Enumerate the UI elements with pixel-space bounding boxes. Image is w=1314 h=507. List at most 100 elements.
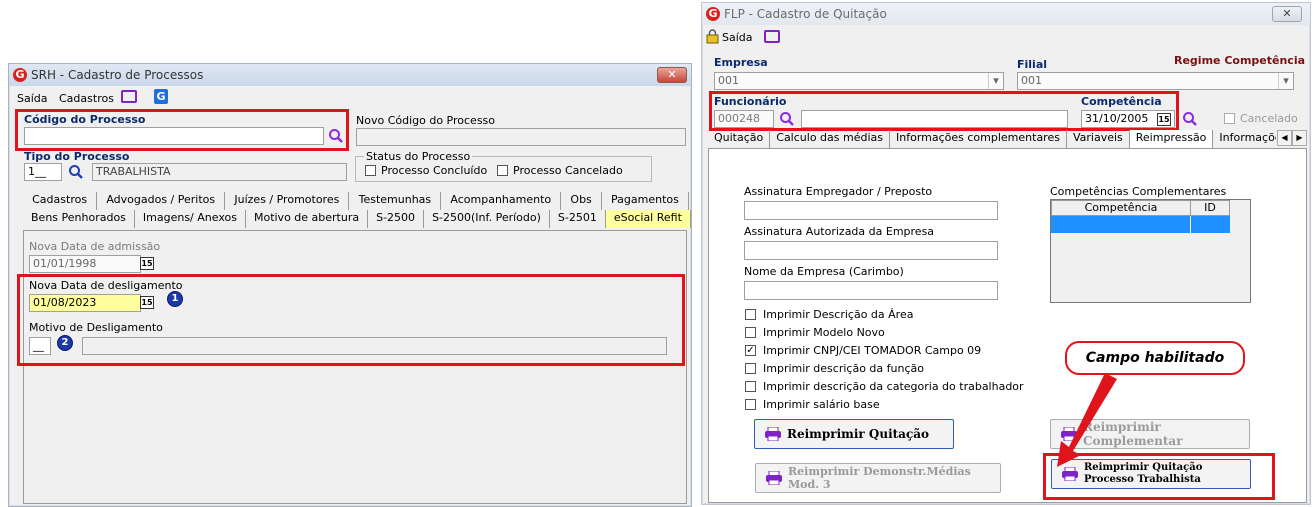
- competencias-label: Competências Complementares: [1050, 185, 1227, 198]
- menu-saida[interactable]: Saída: [17, 92, 48, 105]
- cancelado-label: Cancelado: [1240, 112, 1298, 125]
- calendar-icon: 15: [140, 257, 154, 270]
- nome-empresa-label: Nome da Empresa (Carimbo): [744, 265, 904, 278]
- printer-icon: [766, 471, 782, 485]
- tab-cadastros[interactable]: Cadastros: [23, 192, 98, 210]
- tab-informa-es-adicionais[interactable]: Informações adicionais: [1213, 130, 1276, 148]
- g-app-icon[interactable]: G: [154, 89, 168, 104]
- search-icon[interactable]: [68, 164, 84, 180]
- tab-motivo-de-abertura[interactable]: Motivo de abertura: [246, 210, 369, 228]
- tipo-processo-code[interactable]: 1__: [24, 163, 62, 181]
- grid-selected-row[interactable]: [1051, 216, 1191, 233]
- tabs-scroll-right[interactable]: ▶: [1292, 130, 1307, 146]
- tipo-processo-desc: TRABALHISTA: [92, 163, 347, 181]
- highlight-funcionario-competencia: [709, 91, 1179, 131]
- tab-ju-zes-promotores[interactable]: Juízes / Promotores: [225, 192, 350, 210]
- grid-selected-row-id[interactable]: [1190, 216, 1230, 233]
- assinatura-empregador-input[interactable]: [744, 201, 998, 220]
- print-option-checkbox[interactable]: [745, 363, 756, 374]
- monitor-icon[interactable]: [121, 90, 137, 103]
- status-concluido-checkbox[interactable]: [365, 165, 376, 176]
- reimprimir-quitacao-button[interactable]: Reimprimir Quitação: [754, 419, 954, 449]
- print-option-checkbox[interactable]: [745, 381, 756, 392]
- print-option-label: Imprimir salário base: [763, 398, 880, 411]
- srh-tab-panel: Nova Data de admissão 01/01/1998 15 Nova…: [23, 230, 687, 504]
- filial-label: Filial: [1017, 58, 1048, 71]
- srh-tabs-row1: Cadastros Advogados / Peritos Juízes / Pro…: [23, 192, 690, 210]
- flp-window-title: FLP - Cadastro de Quitação: [724, 7, 887, 21]
- tab-reimpress-o[interactable]: Reimpressão: [1129, 130, 1214, 148]
- tab-advogados-peritos[interactable]: Advogados / Peritos: [97, 192, 226, 210]
- status-concluido-label: Processo Concluído: [381, 164, 488, 177]
- filial-select[interactable]: 001: [1017, 72, 1294, 90]
- assinatura-autorizada-input[interactable]: [744, 241, 998, 260]
- highlight-codigo-processo: [15, 109, 349, 151]
- print-option-label: Imprimir Modelo Novo: [763, 326, 885, 339]
- flp-tabs: Quitação Calculo das médias Informações co…: [708, 130, 1276, 148]
- print-option-checkbox[interactable]: [745, 399, 756, 410]
- flp-close-button[interactable]: ✕: [1272, 6, 1302, 22]
- print-option-label: Imprimir descrição da categoria do traba…: [763, 380, 1024, 393]
- assinatura-empregador-label: Assinatura Empregador / Preposto: [744, 185, 933, 198]
- srh-window: G SRH - Cadastro de Processos ✕ Saída Ca…: [8, 63, 692, 507]
- print-option-label: Imprimir CNPJ/CEI TOMADOR Campo 09: [763, 344, 982, 357]
- reimprimir-demonstr-button[interactable]: Reimprimir Demonstr.Médias Mod. 3: [755, 463, 1001, 493]
- print-option-label: Imprimir descrição da função: [763, 362, 924, 375]
- tab-bens-penhorados[interactable]: Bens Penhorados: [23, 210, 135, 228]
- print-option-label: Imprimir Descrição da Área: [763, 308, 914, 321]
- tab-informa-es-complementares[interactable]: Informações complementares: [890, 130, 1067, 148]
- tab-esocial-refit[interactable]: eSocial Refit: [605, 210, 691, 228]
- empresa-label: Empresa: [714, 56, 768, 69]
- cancelado-checkbox[interactable]: [1224, 113, 1235, 124]
- monitor-icon[interactable]: [764, 30, 780, 43]
- empresa-dropdown-icon[interactable]: ▾: [988, 73, 1003, 89]
- srh-tabs-row2: Bens Penhorados Imagens/ Anexos Motivo de …: [23, 210, 691, 228]
- tab-s-2501[interactable]: S-2501: [550, 210, 606, 228]
- filial-dropdown-icon[interactable]: ▾: [1278, 73, 1293, 89]
- srh-close-button[interactable]: ✕: [657, 67, 687, 83]
- print-option-checkbox[interactable]: [745, 327, 756, 338]
- srh-window-title: SRH - Cadastro de Processos: [31, 68, 204, 82]
- tab-s-2500[interactable]: S-2500: [368, 210, 425, 228]
- admissao-label: Nova Data de admissão: [29, 240, 161, 253]
- callout-arrow: [1057, 373, 1117, 467]
- tab-quita-o[interactable]: Quitação: [708, 130, 771, 148]
- highlight-desligamento: [17, 274, 685, 366]
- tab-acompanhamento[interactable]: Acompanhamento: [441, 192, 562, 210]
- tab-imagens-anexos[interactable]: Imagens/ Anexos: [135, 210, 246, 228]
- print-option-checkbox[interactable]: [745, 309, 756, 320]
- search-icon[interactable]: [1182, 111, 1198, 127]
- col-id-header[interactable]: ID: [1190, 200, 1230, 216]
- col-competencia-header[interactable]: Competência: [1051, 200, 1191, 216]
- campo-habilitado-callout: Campo habilitado: [1065, 341, 1245, 375]
- regime-label: Regime Competência: [1174, 54, 1306, 67]
- tab-obs[interactable]: Obs: [561, 192, 602, 210]
- flp-titlebar: G FLP - Cadastro de Quitação ✕: [702, 3, 1310, 25]
- competencias-grid[interactable]: Competência ID: [1050, 199, 1251, 303]
- reimprimir-demonstr-label: Reimprimir Demonstr.Médias Mod. 3: [788, 465, 971, 491]
- tab-s-2500-inf-per-odo[interactable]: S-2500(Inf. Período): [424, 210, 550, 228]
- printer-icon: [765, 427, 781, 441]
- assinatura-autorizada-label: Assinatura Autorizada da Empresa: [744, 225, 935, 238]
- print-option-checkbox[interactable]: ✓: [745, 345, 756, 356]
- tab-testemunhas[interactable]: Testemunhas: [349, 192, 442, 210]
- status-label: Status do Processo: [364, 150, 473, 163]
- novo-codigo-field: [356, 128, 686, 146]
- lock-icon[interactable]: [706, 29, 719, 44]
- status-cancelado-checkbox[interactable]: [497, 165, 508, 176]
- nome-empresa-input[interactable]: [744, 281, 998, 300]
- tab-calculo-das-m-dias[interactable]: Calculo das médias: [770, 130, 890, 148]
- tipo-processo-label: Tipo do Processo: [24, 150, 130, 163]
- tab-variaveis[interactable]: Variaveis: [1067, 130, 1130, 148]
- app-logo-icon: G: [13, 68, 27, 82]
- empresa-select[interactable]: 001: [714, 72, 1004, 90]
- admissao-field: 01/01/1998: [29, 255, 141, 273]
- status-cancelado-label: Processo Cancelado: [513, 164, 623, 177]
- flp-window: G FLP - Cadastro de Quitação ✕ Saída Emp…: [701, 2, 1311, 505]
- menu-cadastros[interactable]: Cadastros: [59, 92, 114, 105]
- tabs-scroll-left[interactable]: ◀: [1277, 130, 1292, 146]
- app-logo-icon: G: [706, 7, 720, 21]
- tab-pagamentos[interactable]: Pagamentos: [602, 192, 690, 210]
- flp-saida[interactable]: Saída: [722, 31, 753, 44]
- reimprimir-quitacao-label: Reimprimir Quitação: [787, 427, 930, 441]
